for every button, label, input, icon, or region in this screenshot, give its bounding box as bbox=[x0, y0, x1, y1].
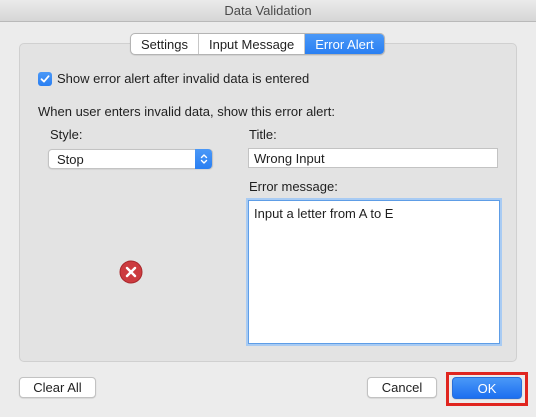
error-message-value: Input a letter from A to E bbox=[254, 206, 394, 221]
select-stepper-icon[interactable] bbox=[195, 149, 212, 169]
tab-input-message[interactable]: Input Message bbox=[199, 34, 306, 54]
clear-all-button[interactable]: Clear All bbox=[19, 377, 96, 398]
instruction-text: When user enters invalid data, show this… bbox=[38, 104, 335, 119]
error-message-label: Error message: bbox=[249, 179, 338, 194]
ok-button[interactable]: OK bbox=[452, 377, 522, 399]
window-titlebar: Data Validation bbox=[0, 0, 536, 22]
title-input[interactable]: Wrong Input bbox=[248, 148, 498, 168]
stop-icon bbox=[119, 260, 143, 284]
show-alert-row[interactable]: Show error alert after invalid data is e… bbox=[38, 71, 309, 86]
error-message-textarea[interactable]: Input a letter from A to E bbox=[248, 200, 500, 344]
tab-error-alert[interactable]: Error Alert bbox=[305, 34, 384, 54]
tab-bar: Settings Input Message Error Alert bbox=[130, 33, 385, 55]
style-label: Style: bbox=[50, 127, 83, 142]
checkmark-icon bbox=[40, 74, 50, 82]
tab-settings[interactable]: Settings bbox=[131, 34, 199, 54]
style-select[interactable]: Stop bbox=[48, 149, 213, 169]
style-select-value: Stop bbox=[57, 151, 84, 167]
window-title: Data Validation bbox=[224, 3, 312, 18]
title-input-value: Wrong Input bbox=[254, 150, 325, 166]
show-alert-label: Show error alert after invalid data is e… bbox=[57, 71, 310, 86]
show-alert-checkbox[interactable] bbox=[38, 71, 52, 86]
title-label: Title: bbox=[249, 127, 277, 142]
cancel-button[interactable]: Cancel bbox=[367, 377, 437, 398]
